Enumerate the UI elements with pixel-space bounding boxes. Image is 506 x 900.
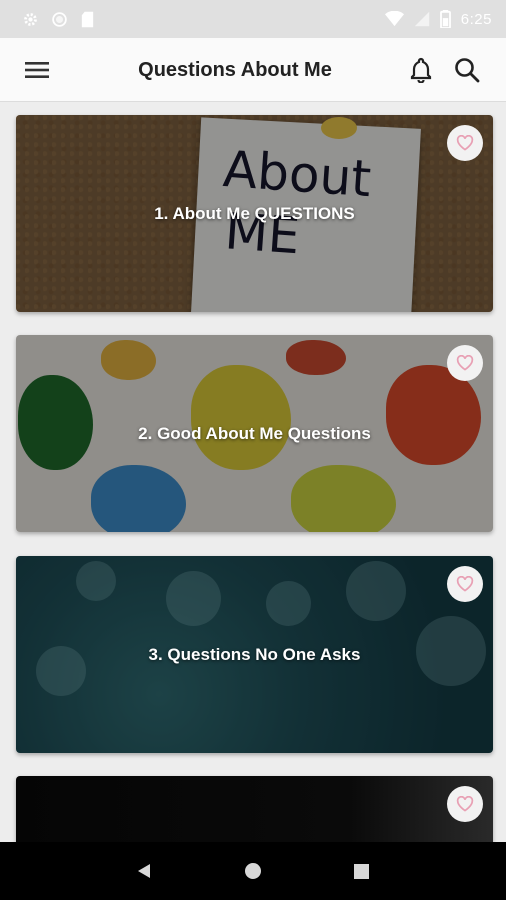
page-title-text: Questions About Me: [138, 59, 332, 81]
search-icon: [455, 58, 480, 83]
recents-icon: [354, 863, 370, 879]
app-bar: Questions About Me: [0, 38, 506, 102]
card-about-me-questions[interactable]: About ME 1. About Me QUESTIONS: [16, 115, 493, 312]
card-good-about-me-questions[interactable]: 2. Good About Me Questions: [16, 335, 493, 532]
settings-icon: [22, 11, 39, 28]
heart-icon: [456, 355, 474, 371]
card-questions-no-one-asks[interactable]: 3. Questions No One Asks: [16, 556, 493, 753]
favorite-button[interactable]: [447, 345, 483, 381]
navigation-bar: [0, 842, 506, 900]
card-title: 3. Questions No One Asks: [148, 644, 361, 664]
battery-icon: [439, 10, 451, 28]
status-bar: 6:25: [0, 0, 506, 38]
home-button[interactable]: [233, 851, 273, 891]
status-left: [22, 11, 95, 28]
wifi-icon: [384, 11, 404, 27]
card-title: 2. Good About Me Questions: [138, 423, 371, 443]
favorite-button[interactable]: [447, 566, 483, 602]
favorite-button[interactable]: [447, 786, 483, 822]
notifications-button[interactable]: [406, 55, 436, 85]
status-right: 6:25: [384, 10, 492, 28]
signal-icon: [414, 11, 430, 27]
back-button[interactable]: [124, 851, 164, 891]
recents-button[interactable]: [342, 851, 382, 891]
bell-icon: [410, 57, 432, 83]
heart-icon: [456, 576, 474, 592]
circle-icon: [51, 11, 68, 28]
sd-card-icon: [80, 11, 95, 28]
favorite-button[interactable]: [447, 125, 483, 161]
menu-icon: [25, 62, 49, 78]
status-time: 6:25: [460, 10, 492, 28]
home-icon: [244, 863, 261, 879]
heart-icon: [456, 796, 474, 812]
heart-icon: [456, 135, 474, 151]
card-title: 1. About Me QUESTIONS: [154, 203, 355, 223]
menu-button[interactable]: [22, 56, 52, 84]
back-icon: [138, 864, 151, 878]
search-button[interactable]: [452, 55, 482, 85]
